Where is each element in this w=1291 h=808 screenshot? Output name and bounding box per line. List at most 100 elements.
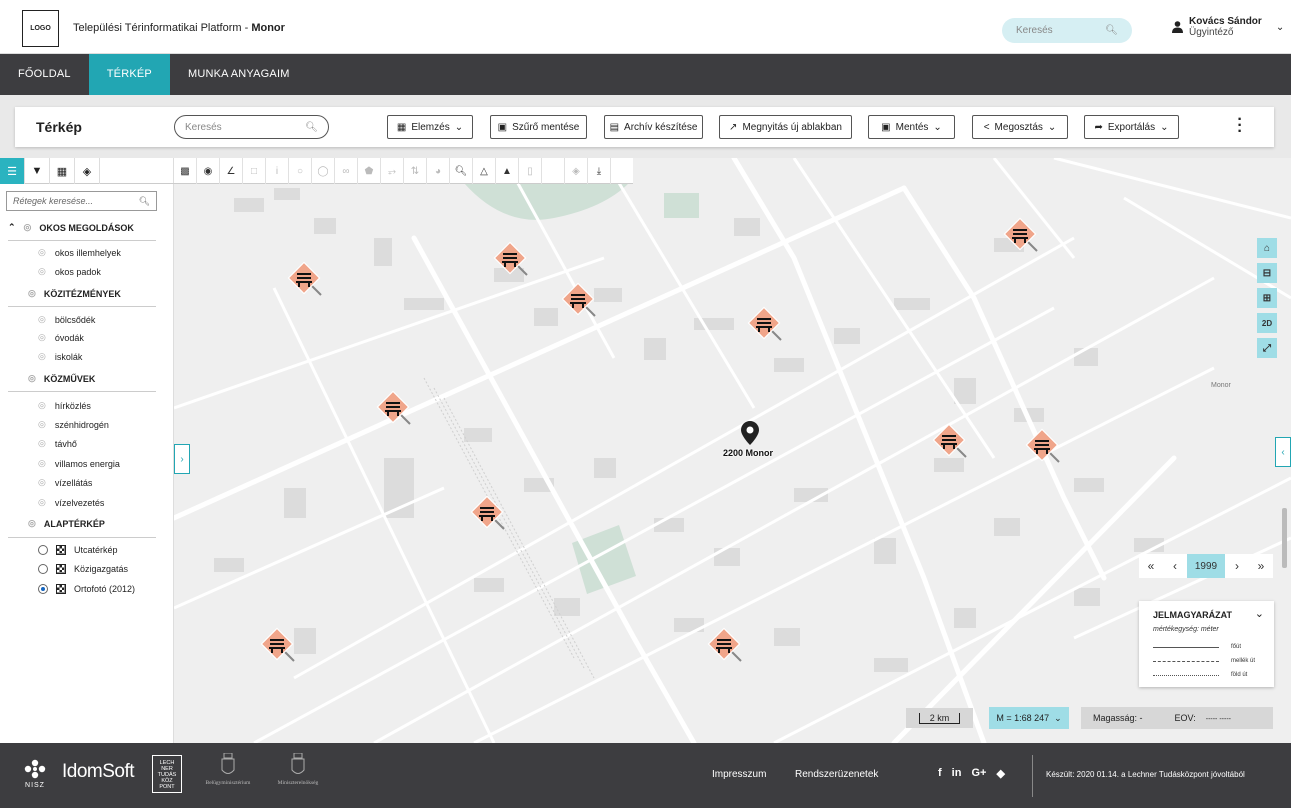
- expand-left-panel-icon[interactable]: ›: [174, 444, 190, 474]
- layer-item[interactable]: ◎ hírközlés: [38, 400, 91, 411]
- info-icon[interactable]: i: [266, 158, 289, 184]
- linkedin-icon[interactable]: in: [952, 767, 962, 780]
- chevron-down-icon[interactable]: ⌄: [1255, 607, 1264, 620]
- eye-off-icon[interactable]: ◎: [38, 266, 46, 277]
- view-2d-button[interactable]: 2D: [1257, 313, 1277, 333]
- eye-off-icon[interactable]: ◎: [24, 222, 32, 233]
- first-year-icon[interactable]: «: [1139, 554, 1163, 578]
- logo[interactable]: LOGO: [22, 10, 59, 47]
- eye-off-icon[interactable]: ◎: [38, 458, 46, 469]
- point-icon[interactable]: ○: [289, 158, 312, 184]
- layer-group-basemap[interactable]: ◎ ALAPTÉRKÉP: [28, 518, 105, 529]
- location-pin-icon[interactable]: [741, 421, 759, 445]
- smart-bench-marker[interactable]: [932, 423, 967, 458]
- more-icon[interactable]: · · ·: [1236, 112, 1244, 140]
- layer-item[interactable]: ◎ vízelvezetés: [38, 497, 104, 508]
- basemap-option[interactable]: Utcatérkép: [38, 545, 118, 555]
- user-menu[interactable]: Kovács Sándor Ügyintéző ⌄: [1172, 16, 1284, 38]
- map-search-tab-icon[interactable]: ▦: [50, 158, 75, 184]
- eye-off-icon[interactable]: ◎: [38, 438, 46, 449]
- eye-off-icon[interactable]: ◎: [38, 351, 46, 362]
- basemap-option[interactable]: Ortofotó (2012): [38, 584, 135, 594]
- layer-item[interactable]: ◎ okos illemhelyek: [38, 247, 121, 258]
- zoom-in-icon[interactable]: ⊞: [1257, 288, 1277, 308]
- scrollbar[interactable]: [1282, 508, 1287, 568]
- prev-year-icon[interactable]: ‹: [1163, 554, 1187, 578]
- search-icon[interactable]: 🔍︎: [1105, 25, 1118, 36]
- smart-bench-marker[interactable]: [747, 306, 782, 341]
- layer-item[interactable]: ◎ bölcsődék: [38, 314, 95, 325]
- layer-item[interactable]: ◎ iskolák: [38, 351, 82, 362]
- zoom-out-icon[interactable]: ⊟: [1257, 263, 1277, 283]
- search-icon[interactable]: 🔍︎: [139, 196, 150, 207]
- smart-bench-marker[interactable]: [1003, 217, 1038, 252]
- eye-off-icon[interactable]: ◎: [38, 497, 46, 508]
- radio-button[interactable]: [38, 564, 48, 574]
- layer-item[interactable]: ◎ távhő: [38, 438, 77, 449]
- eye-off-icon[interactable]: ◎: [38, 477, 46, 488]
- smart-bench-marker[interactable]: [470, 495, 505, 530]
- nav-map[interactable]: TÉRKÉP: [88, 54, 170, 95]
- angle-icon[interactable]: ∠: [220, 158, 243, 184]
- eraser-icon[interactable]: ◈: [565, 158, 588, 184]
- layer-group-smart[interactable]: ⌃ ◎ OKOS MEGOLDÁSOK: [8, 222, 134, 233]
- layers-tab-icon[interactable]: ☰: [0, 158, 25, 184]
- venn-icon[interactable]: ∞: [335, 158, 358, 184]
- layer-group-public[interactable]: ◎ KÖZITÉZMÉNYEK: [28, 288, 121, 299]
- eye-icon[interactable]: ◉: [197, 158, 220, 184]
- layer-item[interactable]: ◎ szénhidrogén: [38, 419, 109, 430]
- transform-icon[interactable]: ⥅: [381, 158, 404, 184]
- smart-bench-marker[interactable]: [287, 261, 322, 296]
- filter-tab-icon[interactable]: ▼: [25, 158, 50, 184]
- nav-my-materials[interactable]: MUNKA ANYAGAIM: [170, 54, 308, 95]
- measure-icon[interactable]: ⇅: [404, 158, 427, 184]
- twitter-icon[interactable]: ◆: [996, 767, 1004, 780]
- expand-right-panel-icon[interactable]: ‹: [1275, 437, 1291, 467]
- header-search-input[interactable]: Keresés 🔍︎: [1002, 18, 1132, 43]
- layer-group-utilities[interactable]: ◎ KÖZMŰVEK: [28, 373, 95, 384]
- eye-off-icon[interactable]: ◎: [28, 288, 36, 299]
- layer-item[interactable]: ◎ óvodák: [38, 332, 84, 343]
- save-filter-button[interactable]: ▣ Szűrő mentése: [490, 115, 587, 139]
- layer-item[interactable]: ◎ vízellátás: [38, 477, 92, 488]
- eye-off-icon[interactable]: ◎: [38, 332, 46, 343]
- impressum-link[interactable]: Impresszum: [712, 769, 766, 780]
- smart-bench-marker[interactable]: [707, 627, 742, 662]
- export-button[interactable]: ➦ Exportálás ⌄: [1084, 115, 1179, 139]
- smart-bench-marker[interactable]: [493, 241, 528, 276]
- scale-select[interactable]: M = 1:68 247 ⌄: [989, 707, 1069, 729]
- eye-off-icon[interactable]: ◎: [38, 247, 46, 258]
- googleplus-icon[interactable]: G+: [971, 767, 986, 780]
- eye-off-icon[interactable]: ◎: [28, 518, 36, 529]
- zoom-search-icon[interactable]: 🔍︎: [450, 158, 473, 184]
- fullscreen-icon[interactable]: ⤢: [1257, 338, 1277, 358]
- eye-off-icon[interactable]: ◎: [38, 314, 46, 325]
- home-icon[interactable]: ⌂: [1257, 238, 1277, 258]
- layer-item[interactable]: ◎ okos padok: [38, 266, 101, 277]
- download-icon[interactable]: ⤓: [588, 158, 611, 184]
- smart-bench-marker[interactable]: [1025, 428, 1060, 463]
- smart-bench-marker[interactable]: [376, 390, 411, 425]
- chevron-up-icon[interactable]: ⌃: [8, 222, 16, 233]
- blank-tool[interactable]: [542, 158, 565, 184]
- trash-icon[interactable]: ▯: [519, 158, 542, 184]
- terrain-icon[interactable]: ▲: [496, 158, 519, 184]
- facebook-icon[interactable]: f: [938, 767, 942, 780]
- chevron-down-icon[interactable]: ⌄: [1276, 22, 1284, 33]
- nav-home[interactable]: FŐOLDAL: [0, 54, 89, 95]
- polygon-icon[interactable]: ⬟: [358, 158, 381, 184]
- layer-search-input[interactable]: Rétegek keresése... 🔍︎: [6, 191, 157, 211]
- map-canvas[interactable]: 2200 Monor Monor: [174, 158, 1291, 743]
- eye-off-icon[interactable]: ◎: [38, 400, 46, 411]
- next-year-icon[interactable]: ›: [1225, 554, 1249, 578]
- last-year-icon[interactable]: »: [1249, 554, 1273, 578]
- circle-icon[interactable]: ◯: [312, 158, 335, 184]
- radio-button[interactable]: [38, 545, 48, 555]
- map-search-input[interactable]: Keresés 🔍︎: [174, 115, 329, 139]
- analysis-button[interactable]: ▦ Elemzés ⌄: [387, 115, 473, 139]
- radio-button-selected[interactable]: [38, 584, 48, 594]
- eye-off-icon[interactable]: ◎: [38, 419, 46, 430]
- smart-bench-marker[interactable]: [561, 282, 596, 317]
- year-value[interactable]: 1999: [1187, 554, 1225, 578]
- basemap-option[interactable]: Közigazgatás: [38, 564, 128, 574]
